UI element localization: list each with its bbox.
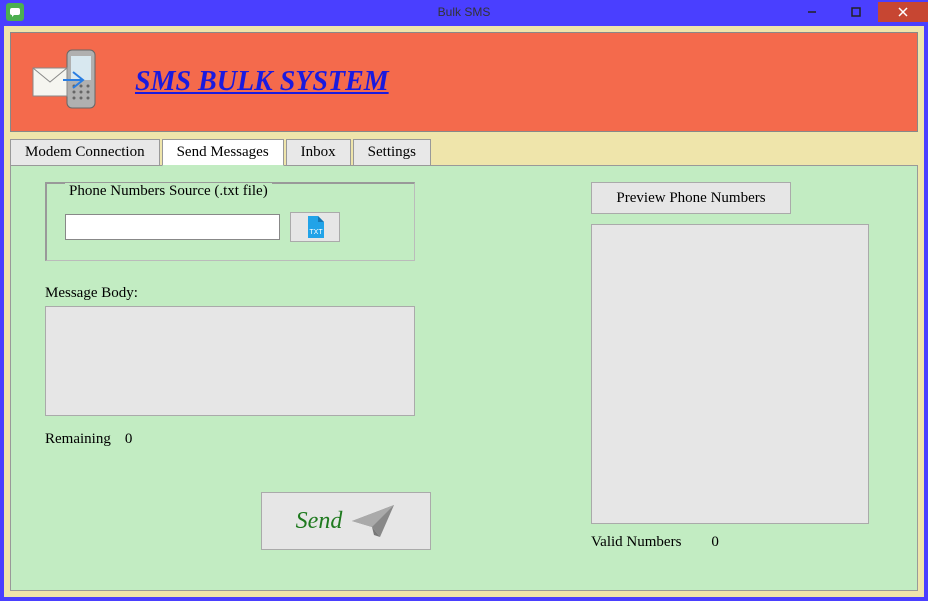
window-controls [790,2,928,22]
remaining-label: Remaining [45,431,111,448]
tab-inbox[interactable]: Inbox [286,139,351,166]
minimize-button[interactable] [790,2,834,22]
phone-source-input[interactable] [65,214,280,240]
window-title: Bulk SMS [0,5,928,19]
titlebar: Bulk SMS [0,0,928,24]
tab-settings[interactable]: Settings [353,139,431,166]
app-icon [6,3,24,21]
valid-numbers-row: Valid Numbers 0 [591,534,719,551]
tab-strip: Modem Connection Send Messages Inbox Set… [10,138,918,165]
message-body-input[interactable] [45,306,415,416]
preview-button-label: Preview Phone Numbers [616,190,765,207]
valid-numbers-label: Valid Numbers [591,534,681,551]
close-button[interactable] [878,2,928,22]
tab-send-messages[interactable]: Send Messages [162,139,284,166]
phone-source-legend: Phone Numbers Source (.txt file) [65,183,272,199]
tab-content: Phone Numbers Source (.txt file) TXT Mes… [10,165,918,591]
remaining-count: 0 [125,431,133,448]
banner-title: SMS BULK SYSTEM [135,66,389,98]
browse-file-button[interactable]: TXT [290,212,340,242]
preview-phone-numbers-button[interactable]: Preview Phone Numbers [591,182,791,214]
send-button-label: Send [296,508,343,535]
banner-logo [25,42,105,122]
banner: SMS BULK SYSTEM [10,32,918,132]
phone-source-fieldset: Phone Numbers Source (.txt file) TXT [45,182,415,261]
paper-plane-icon [350,501,396,541]
phone-numbers-preview-list[interactable] [591,224,869,524]
outer-frame: SMS BULK SYSTEM Modem Connection Send Me… [4,26,924,597]
valid-numbers-count: 0 [711,534,719,551]
txt-file-icon: TXT [302,214,328,240]
tab-modem-connection[interactable]: Modem Connection [10,139,160,166]
svg-text:TXT: TXT [309,229,323,236]
send-button[interactable]: Send [261,492,431,550]
maximize-button[interactable] [834,2,878,22]
